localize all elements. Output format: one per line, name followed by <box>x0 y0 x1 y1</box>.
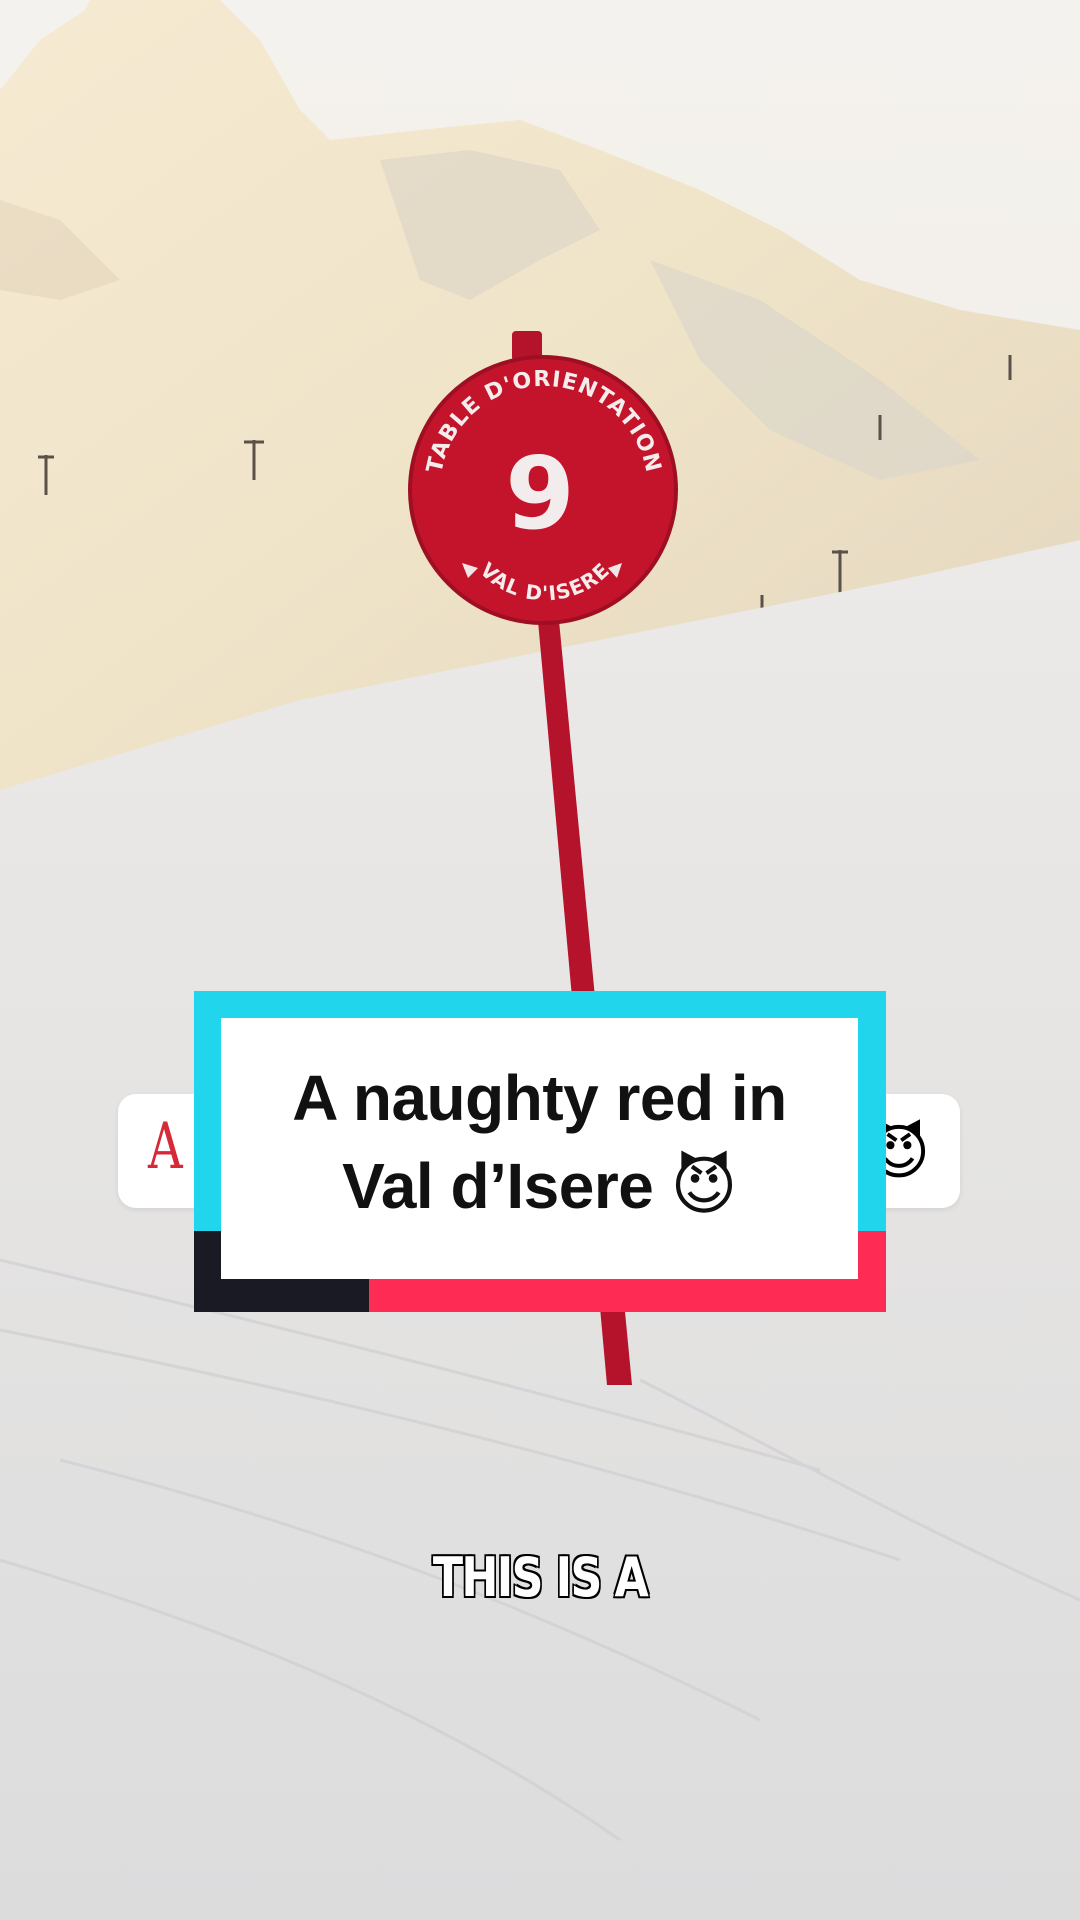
ski-slope-scene: TABLE D'ORIENTATION 9 VAL D'ISERE <box>0 0 1080 1920</box>
video-title-line-2: Val d’Isere 😈 <box>342 1150 737 1222</box>
card-white-panel: A naughty red in Val d’Isere 😈 <box>221 1018 858 1279</box>
background-caption-letter: A <box>148 1110 183 1184</box>
video-title-line-1: A naughty red in <box>292 1062 787 1134</box>
title-card: A naughty red in Val d’Isere 😈 <box>194 991 886 1312</box>
video-title: A naughty red in Val d’Isere 😈 <box>221 1054 858 1230</box>
caption-subtitle: THIS IS A <box>432 1545 650 1611</box>
sign-number: 9 <box>505 435 575 552</box>
